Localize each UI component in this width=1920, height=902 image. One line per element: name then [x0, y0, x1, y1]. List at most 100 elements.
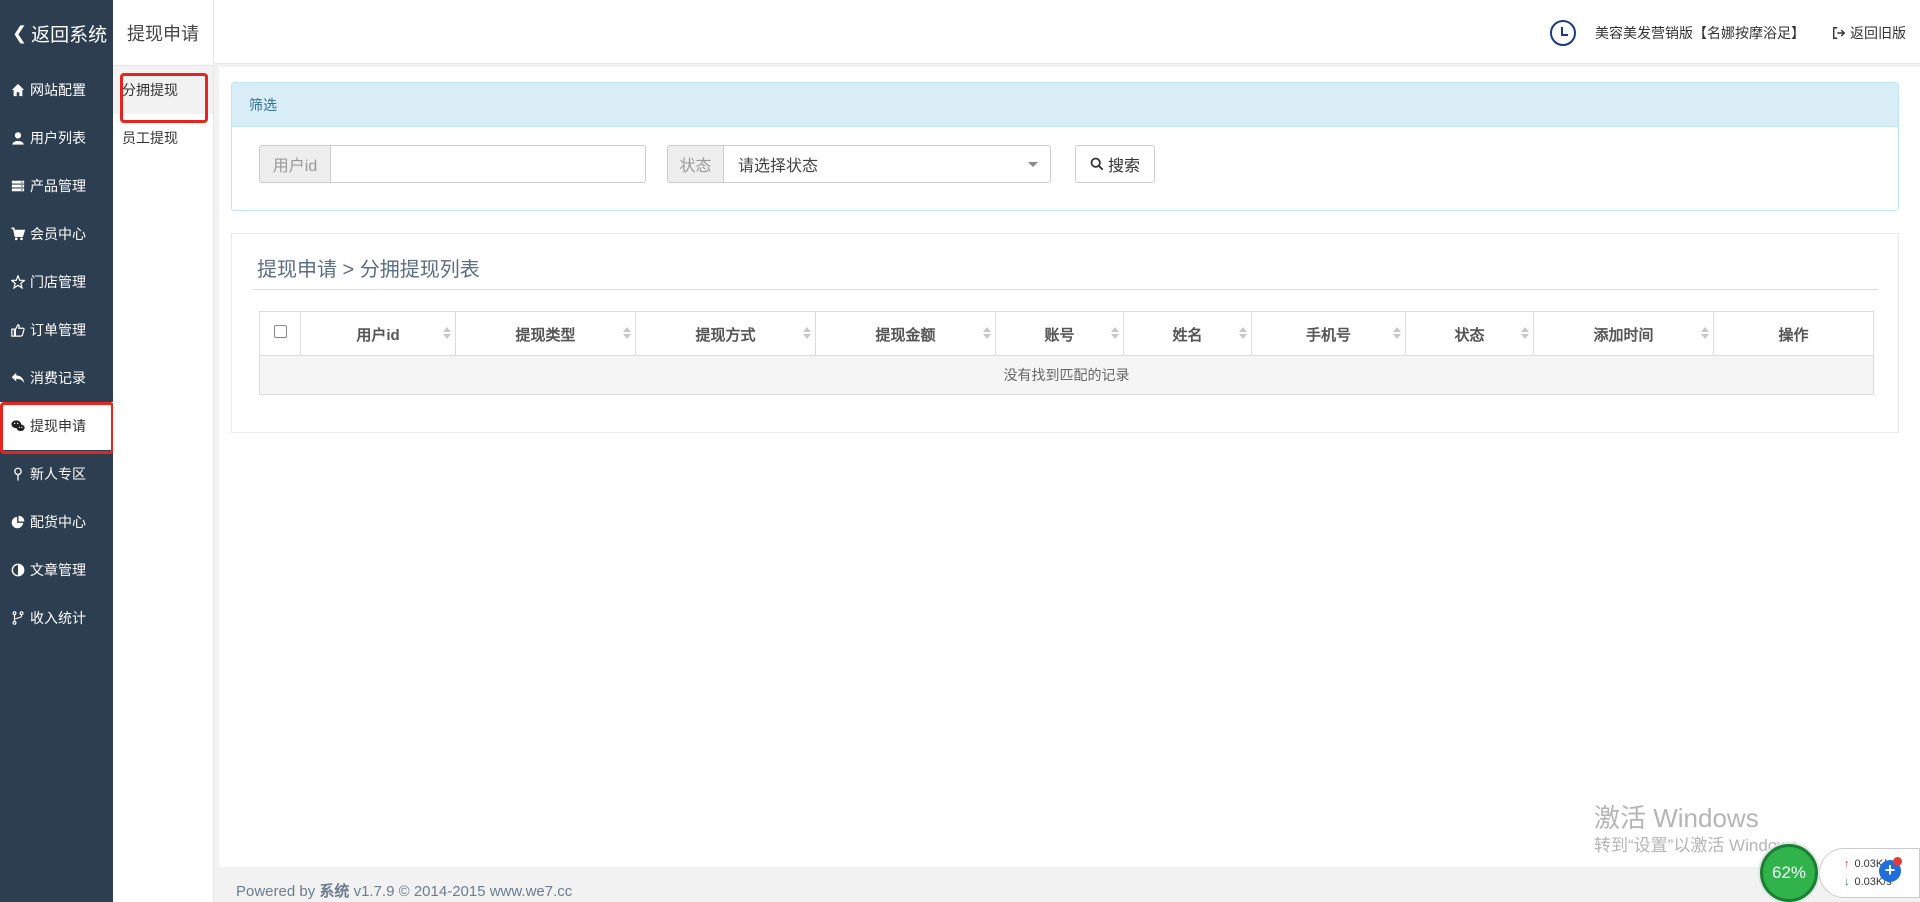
sidebar-item-label: 网站配置: [30, 82, 86, 98]
map-pin-icon: [9, 467, 27, 481]
list-panel: 提现申请 > 分拥提现列表 用户id 提现类型 提现方式 提现金额 账号 姓名 …: [231, 233, 1899, 433]
back-to-old-version-label: 返回旧版: [1850, 25, 1906, 41]
filter-panel: 筛选 用户id 状态 请选择状态 搜索: [231, 82, 1899, 211]
clock-icon[interactable]: [1550, 20, 1576, 46]
sidebar-item-products[interactable]: 产品管理: [0, 162, 113, 210]
sign-out-icon: [1833, 27, 1846, 39]
column-header-withdraw-type[interactable]: 提现类型: [456, 312, 636, 356]
wechat-icon: [9, 419, 27, 433]
sort-icon: [803, 327, 811, 341]
column-header-label: 提现类型: [515, 326, 576, 344]
select-all-cell: [260, 312, 301, 356]
column-header-label: 操作: [1778, 326, 1809, 344]
memory-gauge[interactable]: 62%: [1760, 844, 1818, 902]
sidebar-item-label: 提现申请: [30, 418, 86, 434]
search-button-label: 搜索: [1107, 158, 1140, 175]
sort-icon: [1239, 327, 1247, 341]
sort-icon: [1111, 327, 1119, 341]
sort-icon: [1701, 327, 1709, 341]
list-title: 提现申请 > 分拥提现列表: [257, 259, 480, 281]
sidebar-item-label: 文章管理: [30, 562, 86, 578]
footer-version: v1.7.9 © 2014-2015 www.we7.cc: [353, 883, 573, 900]
user-id-input[interactable]: [330, 145, 646, 183]
sort-icon: [1521, 327, 1529, 341]
status-select[interactable]: 请选择状态: [723, 145, 1051, 183]
thumbs-up-icon: [9, 323, 27, 337]
column-header-added-time[interactable]: 添加时间: [1534, 312, 1714, 356]
top-header: 美容美发营销版【名娜按摩浴足】 返回旧版: [214, 0, 1920, 64]
home-icon: [9, 83, 27, 97]
sidebar-item-label: 消费记录: [30, 370, 86, 386]
column-header-withdraw-amount[interactable]: 提现金额: [816, 312, 996, 356]
sidebar-item-user-list[interactable]: 用户列表: [0, 114, 113, 162]
sidebar-item-site-config[interactable]: 网站配置: [0, 66, 113, 114]
notification-dot: [1893, 857, 1902, 866]
sort-icon: [623, 327, 631, 341]
arrow-down-icon: ↓: [1844, 876, 1850, 888]
sidebar-item-consumption[interactable]: 消费记录: [0, 354, 113, 402]
sidebar-item-income-stats[interactable]: 收入统计: [0, 594, 113, 642]
search-button[interactable]: 搜索: [1075, 145, 1155, 183]
memory-gauge-percent: 62%: [1771, 863, 1807, 882]
sidebar-item-articles[interactable]: 文章管理: [0, 546, 113, 594]
submenu-item-staff-withdrawal[interactable]: 员工提现: [113, 114, 213, 162]
column-header-name[interactable]: 姓名: [1124, 312, 1252, 356]
column-header-account[interactable]: 账号: [996, 312, 1124, 356]
back-to-old-version-link[interactable]: 返回旧版: [1832, 23, 1906, 43]
sort-icon: [443, 327, 451, 341]
empty-table-message: 没有找到匹配的记录: [260, 356, 1873, 394]
status-select-value: 请选择状态: [738, 158, 819, 175]
status-addon: 状态: [667, 145, 724, 183]
main-sidebar: ❮ 返回系统 网站配置 用户列表 产品管理 会员中心 门店管理 订单管理 消费记…: [0, 0, 114, 902]
filter-panel-heading: 筛选: [232, 83, 1898, 127]
reply-icon: [9, 371, 27, 385]
sidebar-item-label: 会员中心: [30, 226, 86, 242]
sidebar-item-label: 产品管理: [30, 178, 86, 194]
column-header-phone[interactable]: 手机号: [1252, 312, 1406, 356]
server-icon: [9, 179, 27, 193]
footer-prefix: Powered by: [236, 883, 316, 900]
search-icon: [1090, 157, 1104, 171]
sort-icon: [983, 327, 991, 341]
caret-down-icon: [1028, 162, 1038, 167]
column-header-actions: 操作: [1714, 312, 1873, 356]
windows-activation-title: 激活 Windows: [1594, 803, 1759, 833]
main-content: 筛选 用户id 状态 请选择状态 搜索 提现申请 > 分拥提现列表 用户id 提…: [219, 67, 1920, 902]
submenu-item-commission-withdrawal[interactable]: 分拥提现: [113, 66, 213, 123]
back-to-system-label: 返回系统: [31, 24, 108, 46]
sidebar-item-orders[interactable]: 订单管理: [0, 306, 113, 354]
code-fork-icon: [9, 611, 27, 625]
page-footer: Powered by 系统 v1.7.9 © 2014-2015 www.we7…: [236, 880, 572, 901]
divider: [252, 289, 1878, 290]
sidebar-item-distribution[interactable]: 配货中心: [0, 498, 113, 546]
submenu-item-label: 分拥提现: [122, 82, 178, 98]
column-header-label: 提现方式: [695, 326, 756, 344]
account-brand-name[interactable]: 美容美发营销版【名娜按摩浴足】: [1595, 23, 1805, 43]
sidebar-item-newcomer[interactable]: 新人专区: [0, 450, 113, 498]
column-header-user-id[interactable]: 用户id: [301, 312, 456, 356]
withdrawal-table: 用户id 提现类型 提现方式 提现金额 账号 姓名 手机号 状态 添加时间 操作…: [259, 311, 1874, 395]
sidebar-item-stores[interactable]: 门店管理: [0, 258, 113, 306]
sidebar-item-label: 新人专区: [30, 466, 86, 482]
column-header-label: 姓名: [1172, 326, 1203, 344]
sidebar-item-member-center[interactable]: 会员中心: [0, 210, 113, 258]
user-icon: [9, 131, 27, 145]
footer-brand: 系统: [319, 883, 350, 900]
arrow-up-icon: ↑: [1844, 858, 1850, 870]
network-monitor-widget[interactable]: ↑ 0.03K/s ↓ 0.03K/s: [1819, 848, 1920, 898]
chevron-left-icon: ❮: [12, 22, 28, 43]
back-to-system-button[interactable]: ❮ 返回系统: [0, 0, 113, 66]
sidebar-item-label: 门店管理: [30, 274, 86, 290]
column-header-label: 提现金额: [875, 326, 936, 344]
star-icon: [9, 275, 27, 289]
sidebar-item-label: 配货中心: [30, 514, 86, 530]
adjust-icon: [9, 563, 27, 577]
column-header-withdraw-method[interactable]: 提现方式: [636, 312, 816, 356]
column-header-label: 手机号: [1305, 326, 1351, 344]
sidebar-item-withdrawal[interactable]: 提现申请: [0, 402, 114, 454]
column-header-label: 添加时间: [1593, 326, 1654, 344]
column-header-label: 用户id: [356, 326, 400, 344]
sort-icon: [1393, 327, 1401, 341]
select-all-checkbox[interactable]: [273, 324, 287, 338]
column-header-status[interactable]: 状态: [1406, 312, 1534, 356]
